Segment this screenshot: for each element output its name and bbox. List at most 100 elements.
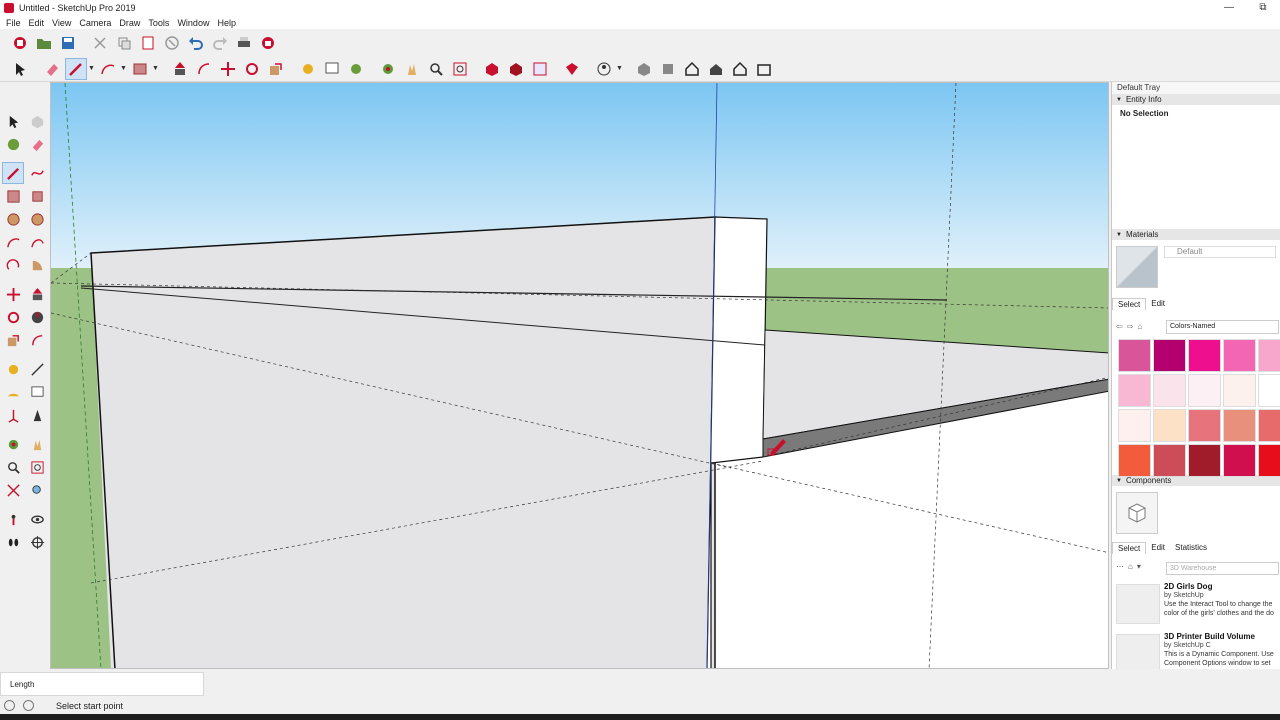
position-camera-tool[interactable]: [2, 508, 24, 530]
model-scene[interactable]: [51, 83, 1109, 669]
account-button[interactable]: [593, 58, 615, 80]
scale-tool[interactable]: [2, 329, 24, 351]
material-swatch[interactable]: [1188, 374, 1221, 407]
redo-button[interactable]: [209, 32, 231, 54]
menu-edit[interactable]: Edit: [25, 18, 49, 28]
material-swatch[interactable]: [1223, 374, 1256, 407]
material-swatch[interactable]: [1188, 444, 1221, 477]
rotate-button[interactable]: [241, 58, 263, 80]
info-icon[interactable]: [23, 700, 34, 711]
extension-warehouse-button[interactable]: [505, 58, 527, 80]
push-pull-button[interactable]: [169, 58, 191, 80]
entity-info-header[interactable]: ▼ Entity Info: [1112, 94, 1280, 105]
material-swatch[interactable]: [1153, 444, 1186, 477]
material-swatch[interactable]: [1223, 444, 1256, 477]
rotate-tool[interactable]: [2, 306, 24, 328]
freehand-tool[interactable]: [26, 162, 48, 184]
material-swatch[interactable]: [1118, 409, 1151, 442]
view-options-icon[interactable]: ⋯: [1116, 562, 1124, 571]
zoom-extents-tool[interactable]: [2, 479, 24, 501]
iso-view-button[interactable]: [633, 58, 655, 80]
back-view-button[interactable]: [729, 58, 751, 80]
zoom-extents-button[interactable]: [449, 58, 471, 80]
paste-button[interactable]: [137, 32, 159, 54]
arc-tool-button[interactable]: [97, 58, 119, 80]
model-info-button[interactable]: [257, 32, 279, 54]
material-swatch[interactable]: [1153, 374, 1186, 407]
axes-tool[interactable]: [2, 404, 24, 426]
move-tool[interactable]: [2, 283, 24, 305]
material-library-select[interactable]: Colors-Named: [1166, 320, 1279, 334]
tab-materials-edit[interactable]: Edit: [1146, 298, 1170, 310]
dimension-tool[interactable]: [26, 358, 48, 380]
rotated-rectangle-tool[interactable]: [26, 185, 48, 207]
forward-arrow-icon[interactable]: ⇨: [1127, 322, 1134, 331]
line-tool[interactable]: [2, 162, 24, 184]
left-view-button[interactable]: [753, 58, 775, 80]
material-swatch[interactable]: [1153, 409, 1186, 442]
material-swatch[interactable]: [1258, 339, 1280, 372]
undo-button[interactable]: [185, 32, 207, 54]
menu-window[interactable]: Window: [173, 18, 213, 28]
cut-button[interactable]: [89, 32, 111, 54]
restore-button[interactable]: ⧉: [1246, 0, 1280, 16]
tab-components-edit[interactable]: Edit: [1146, 542, 1170, 554]
warehouse-button[interactable]: [481, 58, 503, 80]
eraser-tool[interactable]: [26, 133, 48, 155]
tape-measure-tool[interactable]: [2, 358, 24, 380]
text-tool-button[interactable]: [321, 58, 343, 80]
home-icon[interactable]: ⌂: [1137, 322, 1142, 331]
zoom-button[interactable]: [425, 58, 447, 80]
rectangle-tool-button[interactable]: [129, 58, 151, 80]
text-tool[interactable]: [26, 381, 48, 403]
circle-tool[interactable]: [2, 208, 24, 230]
copy-button[interactable]: [113, 32, 135, 54]
material-swatch[interactable]: [1188, 409, 1221, 442]
geo-location-icon[interactable]: [4, 700, 15, 711]
make-component-tool[interactable]: [26, 110, 48, 132]
line-tool-dropdown[interactable]: ▼: [88, 65, 96, 72]
polygon-tool[interactable]: [26, 208, 48, 230]
arc-tool-dropdown[interactable]: ▼: [120, 65, 128, 72]
scale-button[interactable]: [265, 58, 287, 80]
send-to-layout-button[interactable]: [529, 58, 551, 80]
zoom-tool[interactable]: [2, 456, 24, 478]
material-swatch[interactable]: [1258, 444, 1280, 477]
material-swatch[interactable]: [1118, 339, 1151, 372]
two-point-arc-tool[interactable]: [26, 231, 48, 253]
select-tool-button[interactable]: [9, 58, 31, 80]
material-swatch[interactable]: [1258, 409, 1280, 442]
menu-draw[interactable]: Draw: [115, 18, 144, 28]
menu-tools[interactable]: Tools: [144, 18, 173, 28]
material-swatch[interactable]: [1118, 374, 1151, 407]
right-view-button[interactable]: [705, 58, 727, 80]
walk-tool[interactable]: [2, 531, 24, 553]
extension-manager-button[interactable]: [561, 58, 583, 80]
material-swatch[interactable]: [1258, 374, 1280, 407]
drawing-viewport[interactable]: [50, 82, 1109, 669]
account-dropdown[interactable]: ▼: [616, 65, 624, 72]
tab-components-select[interactable]: Select: [1112, 542, 1147, 554]
select-tool[interactable]: [2, 110, 24, 132]
look-around-tool[interactable]: [26, 508, 48, 530]
paint-bucket-button[interactable]: [345, 58, 367, 80]
menu-help[interactable]: Help: [213, 18, 240, 28]
erase-button[interactable]: [161, 32, 183, 54]
component-item[interactable]: 3D Printer Build Volume by SketchUp C Th…: [1116, 632, 1280, 669]
3d-text-tool[interactable]: [26, 404, 48, 426]
protractor-tool[interactable]: [2, 381, 24, 403]
orbit-tool[interactable]: [2, 433, 24, 455]
three-point-arc-tool[interactable]: [2, 254, 24, 276]
minimize-button[interactable]: —: [1212, 0, 1246, 16]
menu-view[interactable]: View: [48, 18, 75, 28]
material-swatch[interactable]: [1188, 339, 1221, 372]
zoom-window-tool[interactable]: [26, 456, 48, 478]
menu-camera[interactable]: Camera: [75, 18, 115, 28]
offset-tool[interactable]: [26, 329, 48, 351]
previous-view-tool[interactable]: [26, 479, 48, 501]
open-button[interactable]: [33, 32, 55, 54]
material-swatch[interactable]: [1118, 444, 1151, 477]
follow-me-tool[interactable]: [26, 306, 48, 328]
arc-tool[interactable]: [2, 231, 24, 253]
orbit-button[interactable]: [377, 58, 399, 80]
